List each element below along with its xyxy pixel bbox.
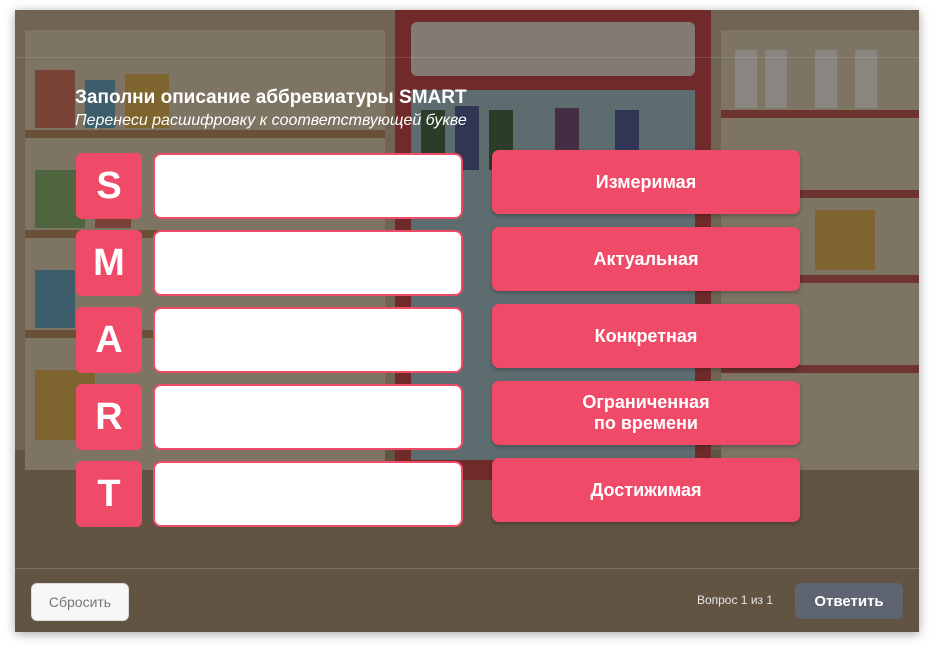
- letter-m: M: [76, 230, 142, 296]
- drop-slot-a[interactable]: [153, 307, 463, 373]
- answer-card-1[interactable]: Измеримая: [492, 150, 800, 214]
- answer-card-4[interactable]: Ограниченная по времени: [492, 381, 800, 445]
- letter-s: S: [76, 153, 142, 219]
- divider: [15, 57, 919, 58]
- letter-r: R: [76, 384, 142, 450]
- question-counter: Вопрос 1 из 1: [696, 593, 774, 607]
- answer-card-3[interactable]: Конкретная: [492, 304, 800, 368]
- question-title: Заполни описание аббревиатуры SMART: [75, 87, 467, 108]
- letter-t: T: [76, 461, 142, 527]
- drop-slot-m[interactable]: [153, 230, 463, 296]
- footer-divider: [15, 568, 919, 569]
- reset-button[interactable]: Сбросить: [31, 583, 129, 621]
- submit-button[interactable]: Ответить: [795, 583, 903, 619]
- letter-a: A: [76, 307, 142, 373]
- drop-slot-s[interactable]: [153, 153, 463, 219]
- answer-card-5[interactable]: Достижимая: [492, 458, 800, 522]
- drop-slot-t[interactable]: [153, 461, 463, 527]
- quiz-slide: Заполни описание аббревиатуры SMART Пере…: [15, 10, 919, 632]
- question-header: Заполни описание аббревиатуры SMART Пере…: [75, 87, 467, 131]
- question-instruction: Перенеси расшифровку к соответствующей б…: [75, 112, 467, 129]
- drop-slot-r[interactable]: [153, 384, 463, 450]
- answer-card-2[interactable]: Актуальная: [492, 227, 800, 291]
